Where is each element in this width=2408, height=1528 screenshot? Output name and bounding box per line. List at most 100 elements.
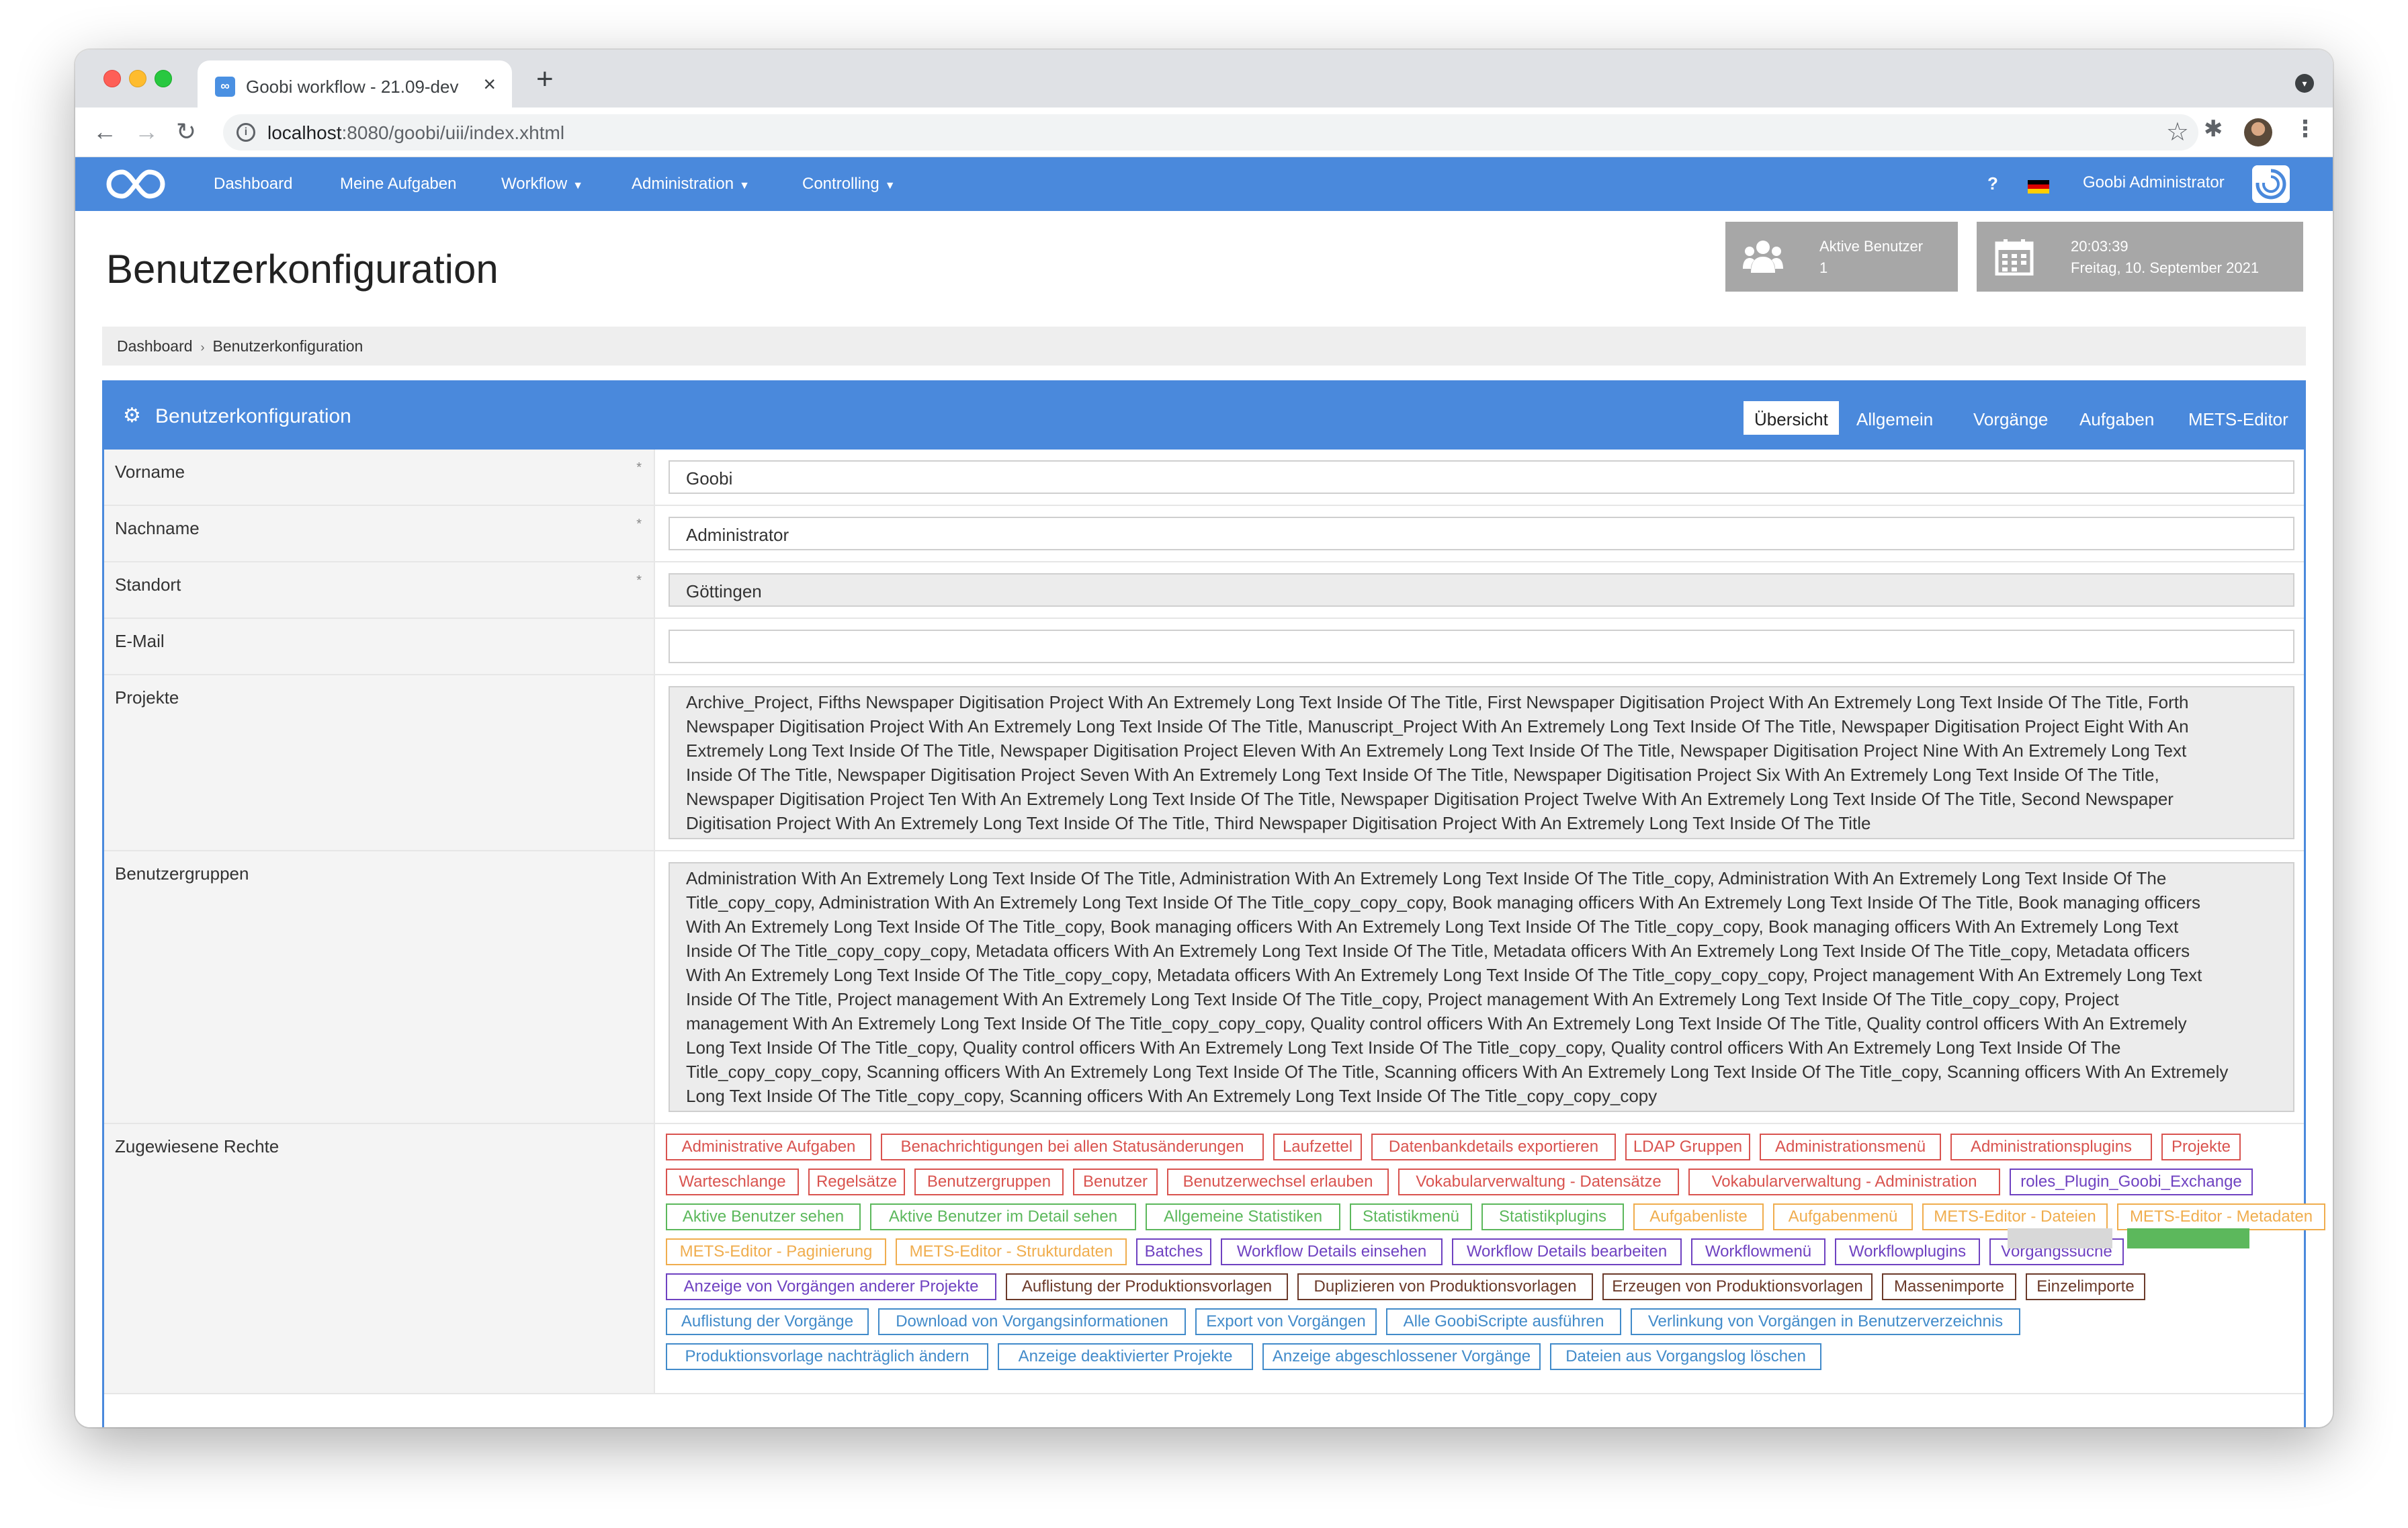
right-badge: Regelsätze	[808, 1169, 905, 1195]
right-badge: Aktive Benutzer im Detail sehen	[870, 1203, 1136, 1230]
right-badge: Workflow Details bearbeiten	[1452, 1238, 1682, 1265]
benutzergruppen-line: Administration With An Extremely Long Te…	[686, 868, 2167, 888]
calendar-icon	[1995, 239, 2034, 275]
tab-aufgaben[interactable]: Aufgaben	[2069, 401, 2165, 435]
cancel-button[interactable]	[2008, 1228, 2112, 1248]
benutzergruppen-line: Long Text Inside Of The Title_copy_copy,…	[686, 1086, 1658, 1106]
nav-administration[interactable]: Administration ▼	[632, 175, 750, 194]
nav-controlling[interactable]: Controlling ▼	[802, 175, 896, 194]
projekte-line: Newspaper Digitisation Project With An E…	[686, 716, 2189, 736]
minimize-window-button[interactable]	[129, 70, 146, 87]
right-badge: Anzeige abgeschlossener Vorgänge	[1262, 1343, 1541, 1370]
nav-workflow[interactable]: Workflow ▼	[501, 175, 583, 194]
caret-down-icon: ▼	[739, 180, 750, 192]
save-button[interactable]	[2127, 1228, 2249, 1248]
right-badge: Auflistung der Produktionsvorlagen	[1006, 1273, 1288, 1300]
right-badge: Statistikplugins	[1481, 1203, 1624, 1230]
tab-search-icon[interactable]: ▾	[2295, 74, 2314, 93]
benutzergruppen-line: With An Extremely Long Text Inside Of Th…	[686, 917, 2179, 937]
back-icon[interactable]: ←	[93, 117, 117, 146]
nachname-label: Nachname *	[104, 506, 655, 561]
email-label: E-Mail	[104, 619, 655, 674]
bookmark-star-icon[interactable]: ☆	[2166, 117, 2189, 147]
right-badge: METS-Editor - Paginierung	[666, 1238, 886, 1265]
right-badge: Dateien aus Vorgangslog löschen	[1550, 1343, 1821, 1370]
users-icon	[1743, 241, 1783, 273]
right-badge: Benutzergruppen	[914, 1169, 1064, 1195]
profile-avatar[interactable]	[2244, 118, 2272, 146]
tab-uebersicht[interactable]: Übersicht	[1744, 401, 1839, 435]
address-bar[interactable]: i localhost:8080/goobi/uii/index.xhtml ☆	[223, 114, 2198, 151]
email-field[interactable]	[669, 630, 2294, 663]
extensions-icon[interactable]: ✱	[2204, 116, 2223, 142]
standort-field: Göttingen	[669, 573, 2294, 607]
required-icon: *	[636, 517, 642, 532]
nav-meine-aufgaben[interactable]: Meine Aufgaben	[340, 175, 456, 194]
benutzergruppen-line: Long Text Inside Of The Title_copy, Qual…	[686, 1037, 2121, 1058]
projekte-line: Digitisation Project With An Extremely L…	[686, 813, 1871, 833]
tab-allgemein[interactable]: Allgemein	[1846, 401, 1944, 435]
right-badge: Allgemeine Statistiken	[1146, 1203, 1340, 1230]
tab-title: Goobi workflow - 21.09-dev	[246, 77, 459, 97]
right-badge: roles_Plugin_Goobi_Exchange	[2010, 1169, 2253, 1195]
caret-down-icon: ▼	[884, 180, 896, 192]
benutzergruppen-line: Inside Of The Title_copy_copy_copy, Meta…	[686, 941, 2190, 961]
reload-icon[interactable]: ↻	[176, 117, 196, 146]
benutzergruppen-line: Title_copy_copy, Administration With An …	[686, 892, 2201, 912]
projekte-line: Newspaper Digitisation Project Ten With …	[686, 789, 2174, 809]
right-badge: Benutzer	[1073, 1169, 1158, 1195]
active-users-box[interactable]: Aktive Benutzer 1	[1725, 222, 1958, 292]
rechte-label: Zugewiesene Rechte	[104, 1124, 655, 1393]
active-users-label: Aktive Benutzer	[1819, 238, 1924, 255]
right-badge: Laufzettel	[1273, 1134, 1362, 1160]
user-menu[interactable]: Goobi Administrator	[2083, 173, 2225, 192]
right-badge: Massenimporte	[1882, 1273, 2016, 1300]
forward-icon[interactable]: →	[134, 117, 159, 146]
projekte-line: Extremely Long Text Inside Of The Title,…	[686, 740, 2187, 761]
active-users-count: 1	[1819, 259, 1828, 276]
right-badge: METS-Editor - Metadaten	[2117, 1203, 2325, 1230]
vorname-field[interactable]: Goobi	[669, 460, 2294, 494]
breadcrumb-dashboard[interactable]: Dashboard	[117, 337, 193, 355]
right-badge: Erzeugen von Produktionsvorlagen	[1602, 1273, 1873, 1300]
right-badge: Warteschlange	[666, 1169, 799, 1195]
caret-down-icon: ▼	[572, 180, 584, 192]
panel-header: ⚙ Benutzerkonfiguration Übersicht Allgem…	[104, 382, 2304, 450]
benutzergruppen-line: With An Extremely Long Text Inside Of Th…	[686, 965, 2202, 985]
benutzergruppen-line: management With An Extremely Long Text I…	[686, 1013, 2187, 1033]
right-badge: METS-Editor - Dateien	[1922, 1203, 2108, 1230]
row-rechte: Zugewiesene Rechte Administrative Aufgab…	[104, 1124, 2325, 1394]
tab-vorgaenge[interactable]: Vorgänge	[1963, 401, 2059, 435]
right-badge: Workflowmenü	[1691, 1238, 1825, 1265]
right-badge: Verlinkung von Vorgängen in Benutzerverz…	[1631, 1308, 2020, 1335]
help-icon[interactable]: ?	[1987, 173, 1998, 194]
nav-dashboard[interactable]: Dashboard	[214, 175, 292, 194]
right-badge: Aktive Benutzer sehen	[666, 1203, 861, 1230]
projekte-line: Archive_Project, Fifths Newspaper Digiti…	[686, 692, 2189, 712]
nachname-field[interactable]: Administrator	[669, 517, 2294, 550]
right-badge: Auflistung der Vorgänge	[666, 1308, 869, 1335]
browser-window: ∞ Goobi workflow - 21.09-dev × + ▾ ← → ↻…	[75, 50, 2333, 1427]
required-icon: *	[636, 460, 642, 475]
vorname-label: Vorname *	[104, 450, 655, 505]
maximize-window-button[interactable]	[155, 70, 172, 87]
tab-close-icon[interactable]: ×	[483, 73, 496, 95]
row-vorname: Vorname * Goobi	[104, 450, 2304, 506]
gear-icon: ⚙	[123, 405, 141, 427]
infinity-logo-icon[interactable]	[106, 167, 165, 202]
right-badge: Anzeige von Vorgängen anderer Projekte	[666, 1273, 996, 1300]
user-avatar[interactable]	[2252, 165, 2290, 203]
benutzergruppen-line: Title_copy_copy_copy, Scanning officers …	[686, 1062, 2229, 1082]
tab-mets-editor[interactable]: METS-Editor	[2178, 401, 2299, 435]
browser-menu-icon[interactable]: ⋮	[2294, 116, 2317, 142]
info-icon[interactable]: i	[236, 123, 255, 142]
url-text: localhost:8080/goobi/uii/index.xhtml	[267, 122, 565, 143]
right-badge: Export von Vorgängen	[1195, 1308, 1377, 1335]
german-flag-icon[interactable]	[2028, 180, 2049, 194]
right-badge: Vokabularverwaltung - Administration	[1688, 1169, 2000, 1195]
favicon-icon: ∞	[215, 77, 235, 97]
new-tab-icon[interactable]: +	[536, 65, 554, 94]
browser-tab[interactable]: ∞ Goobi workflow - 21.09-dev ×	[198, 60, 512, 108]
close-window-button[interactable]	[103, 70, 121, 87]
projekte-label: Projekte	[104, 675, 655, 850]
